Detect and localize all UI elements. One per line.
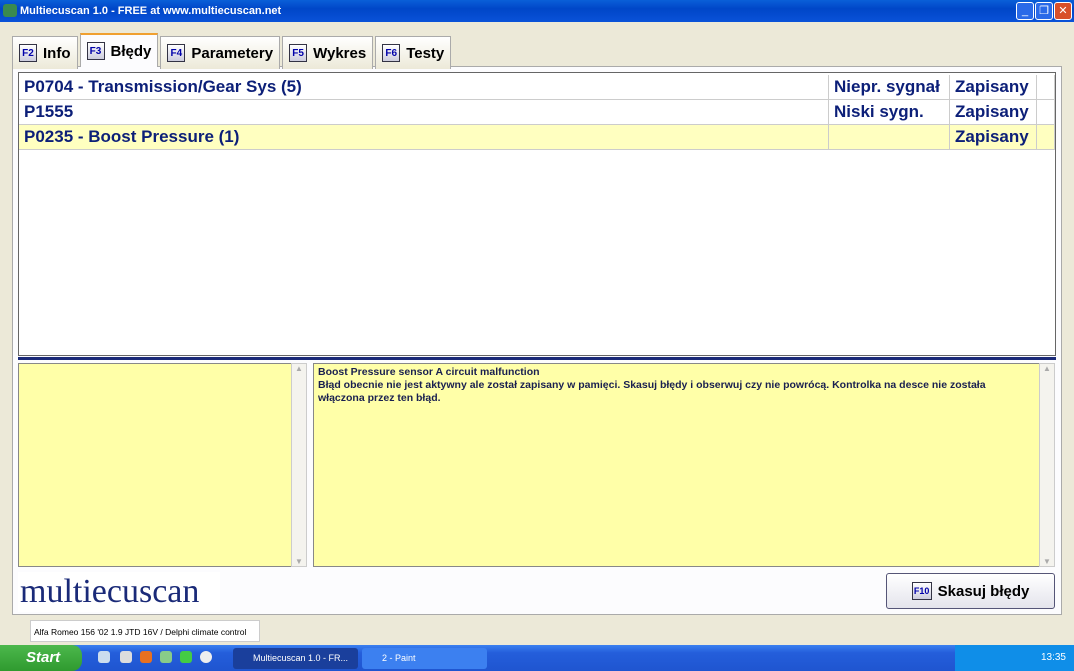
fault-description: Boost Pressure sensor A circuit malfunct…: [313, 363, 1040, 567]
tab-parametery[interactable]: F4 Parametery: [160, 36, 281, 69]
tab-label: Parametery: [191, 44, 274, 62]
tab-testy[interactable]: F6 Testy: [375, 36, 452, 69]
table-row[interactable]: P0704 - Transmission/Gear Sys (5) Niepr. …: [19, 75, 1055, 100]
close-button[interactable]: ✕: [1054, 2, 1072, 20]
tab-bar: F2 Info F3 Błędy F4 Parametery F5 Wykres F6 T…: [12, 33, 453, 69]
clear-faults-button[interactable]: F10 Skasuj błędy: [886, 573, 1055, 609]
task-multiecuscan[interactable]: Multiecuscan 1.0 - FR...: [233, 648, 358, 669]
quicklaunch-icon[interactable]: [160, 651, 172, 663]
quicklaunch-icon[interactable]: [200, 651, 212, 663]
fault-extra: [1037, 100, 1055, 124]
minimize-button[interactable]: _: [1016, 2, 1034, 20]
tab-label: Info: [43, 44, 71, 62]
task-label: 2 - Paint: [382, 653, 416, 663]
maximize-button[interactable]: ❐: [1035, 2, 1053, 20]
fault-state: Zapisany: [950, 125, 1037, 149]
table-row-selected[interactable]: P0235 - Boost Pressure (1) Zapisany: [19, 125, 1055, 150]
fault-state: Zapisany: [950, 100, 1037, 124]
title-bar: Multiecuscan 1.0 - FREE at www.multiecus…: [0, 0, 1074, 22]
fault-table: P0704 - Transmission/Gear Sys (5) Niepr. …: [18, 72, 1056, 356]
divider: [18, 357, 1056, 360]
quicklaunch-icon[interactable]: [98, 651, 110, 663]
table-row[interactable]: P1555 Niski sygn. Zapisany: [19, 100, 1055, 125]
start-button[interactable]: Start: [0, 645, 82, 671]
fault-extra: [1037, 125, 1055, 149]
app-icon: [3, 4, 17, 17]
clock: 13:35: [1040, 652, 1066, 663]
key-icon: F6: [382, 44, 401, 62]
start-label: Start: [26, 649, 61, 666]
tab-info[interactable]: F2 Info: [12, 36, 78, 69]
tab-wykres[interactable]: F5 Wykres: [282, 36, 374, 69]
key-icon: F10: [911, 582, 932, 600]
scrollbar[interactable]: ▲ ▼: [291, 363, 307, 567]
task-paint[interactable]: 2 - Paint: [362, 648, 487, 669]
tab-label: Wykres: [313, 44, 367, 62]
task-label: Multiecuscan 1.0 - FR...: [253, 653, 349, 663]
system-tray: 13:35: [955, 645, 1074, 671]
firefox-icon[interactable]: [140, 651, 152, 663]
left-info-box: [18, 363, 292, 567]
logo: multiecuscan: [18, 572, 220, 612]
tab-bledy[interactable]: F3 Błędy: [79, 33, 159, 67]
fault-code: P1555: [19, 100, 829, 124]
description-text: Błąd obecnie nie jest aktywny ale został…: [318, 379, 986, 404]
tab-label: Błędy: [110, 42, 152, 60]
fault-extra: [1037, 75, 1055, 99]
quicklaunch-icon[interactable]: [180, 651, 192, 663]
key-icon: F5: [289, 44, 308, 62]
quicklaunch-icon[interactable]: [120, 651, 132, 663]
button-label: Skasuj błędy: [937, 582, 1030, 600]
fault-signal: Niepr. sygnał: [829, 75, 950, 99]
key-icon: F3: [86, 42, 105, 60]
fault-state: Zapisany: [950, 75, 1037, 99]
window-title: Multiecuscan 1.0 - FREE at www.multiecus…: [20, 5, 282, 17]
fault-code: P0704 - Transmission/Gear Sys (5): [19, 75, 829, 99]
key-icon: F2: [19, 44, 37, 62]
fault-signal: [829, 125, 950, 149]
fault-signal: Niski sygn.: [829, 100, 950, 124]
key-icon: F4: [167, 44, 186, 62]
description-title: Boost Pressure sensor A circuit malfunct…: [318, 366, 540, 378]
scrollbar[interactable]: ▲ ▼: [1039, 363, 1055, 567]
tab-label: Testy: [406, 44, 445, 62]
status-vehicle: Alfa Romeo 156 '02 1.9 JTD 16V / Delphi …: [30, 620, 260, 642]
fault-code: P0235 - Boost Pressure (1): [19, 125, 829, 149]
